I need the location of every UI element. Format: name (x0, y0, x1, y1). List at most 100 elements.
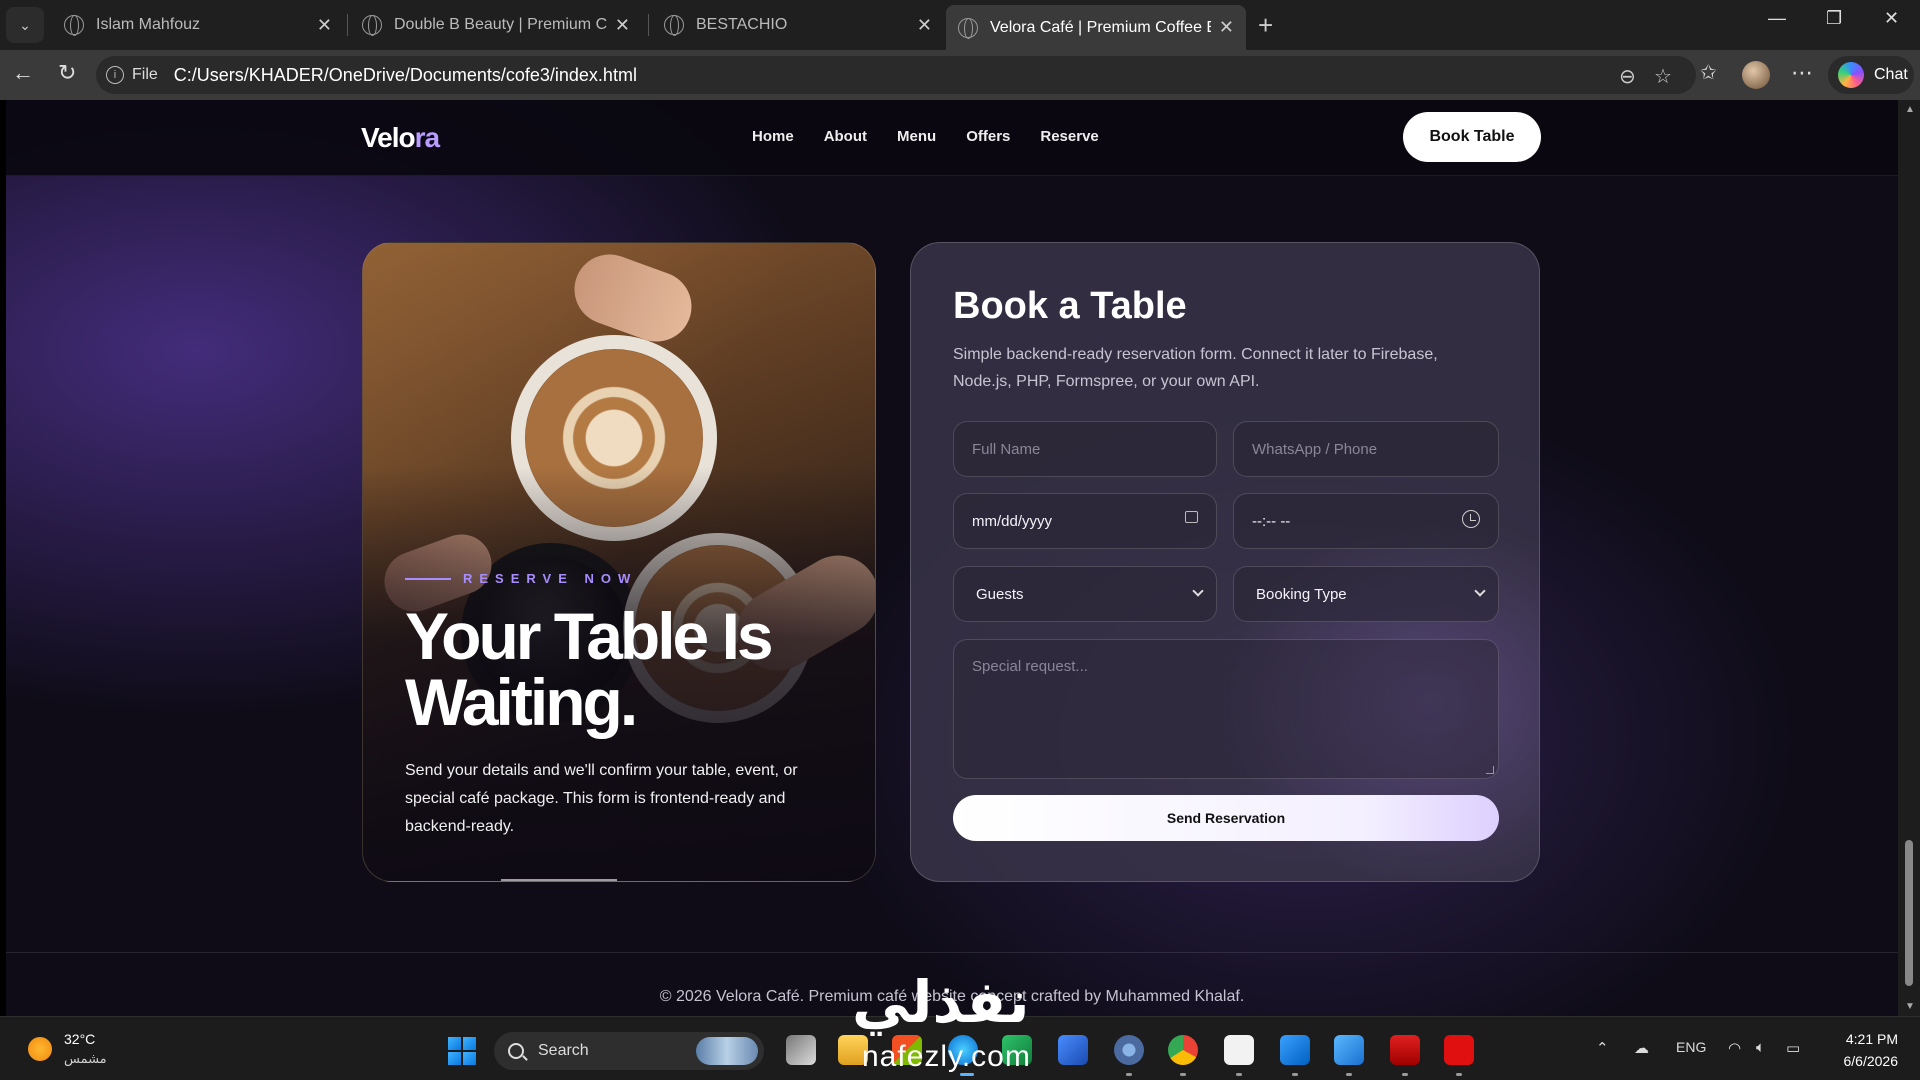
wifi-icon[interactable]: ◠ (1728, 1039, 1741, 1057)
booking-type-select[interactable]: Booking Type (1233, 566, 1499, 622)
special-request-textarea[interactable]: Special request... (953, 639, 1499, 779)
tab-separator (347, 14, 348, 36)
send-reservation-button[interactable]: Send Reservation (953, 795, 1499, 841)
close-window-icon[interactable]: ✕ (1884, 8, 1899, 29)
eyebrow-line (405, 577, 451, 580)
close-icon[interactable]: ✕ (917, 15, 932, 36)
calendar-icon[interactable] (1185, 510, 1198, 528)
full-name-input[interactable]: Full Name (953, 421, 1217, 477)
tab-velora-cafe[interactable]: Velora Café | Premium Coffee Experience … (946, 5, 1246, 50)
tab-islam-mahfouz[interactable]: Islam Mahfouz ✕ (52, 5, 344, 45)
footer-divider (6, 952, 1898, 953)
guests-label: Guests (976, 585, 1024, 603)
vscode-icon[interactable] (1280, 1035, 1310, 1065)
time-input[interactable]: --:-- -- (1233, 493, 1499, 549)
tab-title: Double B Beauty | Premium Cosmetics (394, 16, 607, 33)
onedrive-cloud-icon[interactable]: ☁ (1634, 1039, 1649, 1057)
reservation-hero-card: RESERVE NOW Your Table Is Waiting. Send … (362, 242, 876, 882)
page-viewport: Velora Home About Menu Offers Reserve Bo… (6, 100, 1898, 1016)
zoom-icon[interactable]: ⊖ (1619, 64, 1636, 89)
info-icon[interactable]: i (106, 66, 124, 84)
card-indicator (501, 879, 617, 881)
page-scrollbar[interactable]: ▲ ▼ (1898, 100, 1920, 1016)
booking-form-card: Book a Table Simple backend-ready reserv… (910, 242, 1540, 882)
weather-description[interactable]: مشمس (64, 1051, 107, 1067)
settings-gear-icon[interactable] (1114, 1035, 1144, 1065)
nav-link-home[interactable]: Home (752, 128, 794, 145)
running-app-indicator (1180, 1073, 1186, 1076)
browser-toolbar: ← ↻ i File C:/Users/KHADER/OneDrive/Docu… (0, 50, 1920, 100)
close-icon[interactable]: ✕ (1219, 17, 1234, 38)
new-tab-icon[interactable]: + (1258, 10, 1273, 41)
globe-icon (958, 17, 978, 39)
reload-icon[interactable]: ↻ (58, 60, 76, 86)
scrollbar-thumb[interactable] (1905, 840, 1913, 986)
restore-icon[interactable]: ❐ (1826, 8, 1842, 29)
profile-avatar[interactable] (1742, 61, 1770, 89)
close-icon[interactable]: ✕ (615, 15, 630, 36)
chrome-icon[interactable] (1168, 1035, 1198, 1065)
taskbar-search[interactable]: Search (494, 1032, 764, 1070)
nav-link-reserve[interactable]: Reserve (1040, 128, 1098, 145)
close-icon[interactable]: ✕ (317, 15, 332, 36)
chat-label: Chat (1874, 66, 1908, 83)
date-input[interactable]: mm/dd/yyyy (953, 493, 1217, 549)
time-value: --:-- -- (1252, 512, 1291, 530)
mcafee-shield-icon[interactable] (1390, 1035, 1420, 1065)
date-value: mm/dd/yyyy (972, 512, 1053, 530)
tab-bestachio[interactable]: BESTACHIO ✕ (652, 5, 944, 45)
show-hidden-icons-chevron-up-icon[interactable]: ⌃ (1596, 1039, 1609, 1057)
site-logo[interactable]: Velora (361, 122, 440, 154)
nafezly-watermark: نفذلي nafezly.com (852, 968, 1072, 1078)
weather-temperature[interactable]: 32°C (64, 1031, 95, 1047)
running-app-indicator (1126, 1073, 1132, 1076)
back-arrow-icon[interactable]: ← (12, 60, 34, 86)
task-view-icon[interactable] (786, 1035, 816, 1065)
favorite-star-icon[interactable]: ☆ (1654, 64, 1672, 89)
tab-actions-menu-button[interactable]: ⌄ (6, 7, 44, 43)
language-indicator[interactable]: ENG (1676, 1039, 1706, 1055)
form-description: Simple backend-ready reservation form. C… (953, 346, 1438, 390)
search-label: Search (538, 1042, 589, 1059)
tab-title: Velora Café | Premium Coffee Experience (990, 18, 1211, 36)
special-request-placeholder: Special request... (972, 658, 1088, 675)
nav-link-about[interactable]: About (824, 128, 867, 145)
taskbar-date[interactable]: 6/6/2026 (1834, 1053, 1899, 1069)
globe-icon (362, 15, 382, 36)
minimize-icon[interactable]: — (1768, 8, 1786, 29)
phone-input[interactable]: WhatsApp / Phone (1233, 421, 1499, 477)
app-icon[interactable] (1334, 1035, 1364, 1065)
hero-title: Your Table Is Waiting. (405, 599, 774, 739)
more-options-icon[interactable]: ⋯ (1791, 60, 1813, 86)
taskbar-time[interactable]: 4:21 PM (1842, 1031, 1898, 1047)
resize-handle-icon[interactable] (1486, 766, 1494, 774)
url-text[interactable]: C:/Users/KHADER/OneDrive/Documents/cofe3… (174, 65, 637, 86)
running-app-indicator (1346, 1073, 1352, 1076)
nav-link-menu[interactable]: Menu (897, 128, 936, 145)
booking-type-label: Booking Type (1256, 585, 1347, 603)
sun-icon[interactable] (28, 1037, 52, 1061)
nav-link-offers[interactable]: Offers (966, 128, 1010, 145)
scroll-down-icon[interactable]: ▼ (1905, 1001, 1915, 1012)
app-icon[interactable] (1224, 1035, 1254, 1065)
scroll-up-icon[interactable]: ▲ (1905, 104, 1915, 115)
tab-double-b-beauty[interactable]: Double B Beauty | Premium Cosmetics ✕ (350, 5, 642, 45)
volume-icon[interactable]: 🔈︎ (1756, 1039, 1765, 1056)
battery-icon[interactable]: ▭ (1786, 1039, 1800, 1057)
search-highlight-image (696, 1037, 758, 1065)
windows-start-icon[interactable] (448, 1037, 476, 1065)
address-bar[interactable]: i File C:/Users/KHADER/OneDrive/Document… (96, 56, 1696, 94)
guests-select[interactable]: Guests (953, 566, 1217, 622)
favorites-icon[interactable]: ✩ (1700, 60, 1717, 85)
chevron-down-icon (1474, 585, 1486, 597)
copilot-icon (1838, 62, 1864, 88)
running-app-indicator (1402, 1073, 1408, 1076)
copilot-chat-button[interactable]: Chat (1828, 56, 1914, 94)
clock-icon[interactable] (1462, 510, 1480, 533)
running-app-indicator (1456, 1073, 1462, 1076)
acrobat-pdf-icon[interactable] (1444, 1035, 1474, 1065)
chevron-down-icon (1192, 585, 1204, 597)
book-table-button[interactable]: Book Table (1403, 112, 1541, 162)
site-header: Velora Home About Menu Offers Reserve Bo… (6, 100, 1898, 176)
watermark-latin-text: nafezly.com (862, 1040, 1031, 1073)
